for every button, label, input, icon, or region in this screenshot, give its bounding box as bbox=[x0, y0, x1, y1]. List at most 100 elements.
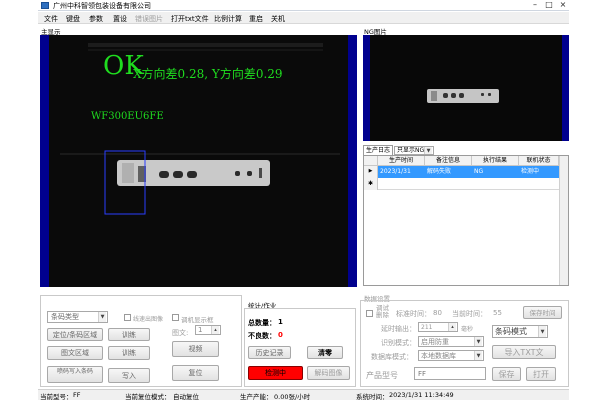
log-filter-value: 只显示NG bbox=[397, 147, 425, 154]
chevron-down-icon: ▼ bbox=[474, 351, 482, 360]
log-scrollbar[interactable] bbox=[559, 156, 568, 285]
text-index-spinner[interactable]: 1 ▴ bbox=[195, 325, 221, 335]
column-header[interactable]: 备注信息 bbox=[425, 156, 472, 166]
menu-file[interactable]: 文件 bbox=[44, 14, 58, 24]
column-header[interactable]: 生产时间 bbox=[378, 156, 425, 166]
row-pointer-icon[interactable]: ▶ bbox=[364, 166, 378, 178]
new-row[interactable] bbox=[378, 178, 559, 190]
chevron-down-icon: ▼ bbox=[98, 312, 106, 322]
barcode-mode-select[interactable]: 条码模式 ▼ bbox=[492, 325, 548, 338]
bad-count-value: 0 bbox=[278, 331, 283, 339]
window-title: 广州中科智领包装设备有限公司 bbox=[53, 2, 151, 10]
product-model-input[interactable]: FF bbox=[414, 367, 486, 380]
capacity-label: 生产产能： bbox=[240, 393, 273, 400]
capacity-value: 0.00张/小时 bbox=[274, 393, 311, 400]
table-cell: 检测中 bbox=[519, 166, 559, 178]
train-locate-button[interactable]: 训练 bbox=[108, 328, 150, 341]
log-filter-select[interactable]: 只显示NG ▼ bbox=[394, 146, 434, 155]
barcode-type-value: 条码类型 bbox=[51, 313, 79, 321]
delay-output-value: 211 bbox=[421, 324, 433, 331]
text-region-button[interactable]: 图文区域 bbox=[47, 346, 103, 360]
reset-button[interactable]: 复位 bbox=[172, 365, 219, 381]
open-button[interactable]: 打开 bbox=[526, 367, 556, 381]
column-header[interactable]: 执行结果 bbox=[472, 156, 519, 166]
import-txt-button[interactable]: 导入TXT文 bbox=[492, 345, 556, 359]
new-row-icon[interactable]: ✱ bbox=[364, 178, 378, 190]
minimize-icon[interactable]: – bbox=[528, 1, 542, 10]
menu-error-images[interactable]: 错误图片 bbox=[135, 14, 163, 24]
chevron-down-icon: ▼ bbox=[474, 337, 482, 346]
total-count-value: 1 bbox=[278, 318, 283, 326]
spinner-arrows-icon: ▴ bbox=[448, 323, 456, 331]
main-camera-view: OK X方向差0.28, Y方向差0.29 WF300EU6FE bbox=[40, 35, 357, 287]
maximize-icon[interactable]: □ bbox=[542, 1, 556, 10]
write-barcode-button[interactable]: 喷码写入条码 bbox=[47, 366, 103, 383]
save-time-button[interactable]: 保存时间 bbox=[523, 306, 562, 319]
menu-ratio-calc[interactable]: 比例计算 bbox=[214, 14, 242, 24]
video-button[interactable]: 视频 bbox=[172, 341, 219, 357]
db-mode-value: 本地数据库 bbox=[421, 352, 456, 360]
system-time-value: 2023/1/31 11:34:49 bbox=[389, 391, 454, 399]
line-image-checkbox[interactable] bbox=[124, 314, 131, 321]
recog-mode-label: 识别模式： bbox=[381, 339, 416, 347]
status-bar: 当前型号： FF 当前复位模式： 自动复位 生产产能： 0.00张/小时 系统时… bbox=[38, 389, 569, 400]
decoded-code-overlay: WF300EU6FE bbox=[91, 111, 164, 122]
menu-open-txt[interactable]: 打开txt文件 bbox=[171, 14, 209, 24]
recog-mode-select[interactable]: 启用防重 ▼ bbox=[418, 336, 484, 347]
chevron-down-icon: ▼ bbox=[424, 147, 432, 154]
menu-params[interactable]: 参数 bbox=[89, 14, 103, 24]
menu-keyboard[interactable]: 键盘 bbox=[66, 14, 80, 24]
menu-bar: 文件 键盘 参数 置设 错误图片 打开txt文件 比例计算 重启 关机 bbox=[38, 12, 569, 24]
line-image-label: 线速出图像 bbox=[133, 316, 164, 323]
std-time-label: 标准时间： bbox=[396, 310, 431, 318]
delay-unit-label: 毫秒 bbox=[461, 326, 474, 333]
title-bar: 广州中科智领包装设备有限公司 – □ × bbox=[38, 0, 569, 11]
tab-production-log[interactable]: 生产日志 bbox=[363, 145, 393, 155]
detecting-button[interactable]: 检测中 bbox=[248, 366, 303, 380]
row-header-corner bbox=[364, 156, 378, 166]
decode-image-button[interactable]: 解码图像 bbox=[307, 366, 350, 380]
debug-delete-checkbox[interactable] bbox=[366, 310, 373, 317]
bad-count-label: 不良数： bbox=[248, 332, 276, 340]
db-mode-label: 数据库模式： bbox=[371, 353, 413, 361]
model-value: FF bbox=[73, 391, 81, 399]
current-time-value: 55 bbox=[493, 309, 502, 317]
train-text-button[interactable]: 训练 bbox=[108, 346, 150, 360]
column-header[interactable]: 联机状态 bbox=[519, 156, 559, 166]
table-cell: 解码失败 bbox=[425, 166, 472, 178]
reset-mode-label: 当前复位模式： bbox=[125, 393, 171, 400]
delay-output-spinner[interactable]: 211 ▴ bbox=[418, 322, 458, 332]
close-icon[interactable]: × bbox=[556, 1, 570, 10]
relay-display-label: 调机显示框 bbox=[181, 316, 214, 324]
db-mode-select[interactable]: 本地数据库 ▼ bbox=[418, 350, 484, 361]
production-log-table: 生产时间 备注信息 执行结果 联机状态 ▶ 2023/1/31 解码失败 NG … bbox=[363, 155, 569, 286]
clear-button[interactable]: 清零 bbox=[307, 346, 343, 359]
delay-output-label: 延时输出： bbox=[381, 325, 416, 333]
ng-frame bbox=[427, 89, 499, 103]
locate-region-button[interactable]: 定位/条码区域 bbox=[47, 328, 103, 341]
menu-settings[interactable]: 置设 bbox=[113, 14, 127, 24]
history-button[interactable]: 历史记录 bbox=[248, 346, 291, 359]
deviation-overlay: X方向差0.28, Y方向差0.29 bbox=[133, 67, 283, 81]
product-part bbox=[117, 160, 270, 186]
save-button[interactable]: 保存 bbox=[492, 367, 521, 381]
current-time-label: 当前时间： bbox=[452, 310, 487, 318]
system-time-label: 系统时间： bbox=[356, 393, 389, 400]
menu-shutdown[interactable]: 关机 bbox=[271, 14, 285, 24]
spinner-arrows-icon: ▴ bbox=[211, 326, 219, 334]
total-count-label: 总数量： bbox=[248, 319, 276, 327]
table-cell: NG bbox=[472, 166, 519, 178]
barcode-type-select[interactable]: 条码类型 ▼ bbox=[47, 311, 108, 323]
barcode-mode-value: 条码模式 bbox=[495, 327, 527, 336]
text-index-value: 1 bbox=[198, 326, 203, 334]
model-label: 当前型号： bbox=[40, 393, 73, 400]
text-spin-label: 图文: bbox=[172, 329, 189, 337]
debug-delete-label: 调试删除 bbox=[376, 304, 389, 319]
app-icon bbox=[41, 2, 49, 9]
menu-restart[interactable]: 重启 bbox=[249, 14, 263, 24]
product-model-label: 产品型号 bbox=[366, 371, 398, 380]
table-cell: 2023/1/31 bbox=[378, 166, 425, 178]
relay-display-checkbox[interactable] bbox=[172, 314, 179, 321]
std-time-value: 80 bbox=[433, 309, 442, 317]
write-button[interactable]: 写入 bbox=[108, 368, 150, 383]
